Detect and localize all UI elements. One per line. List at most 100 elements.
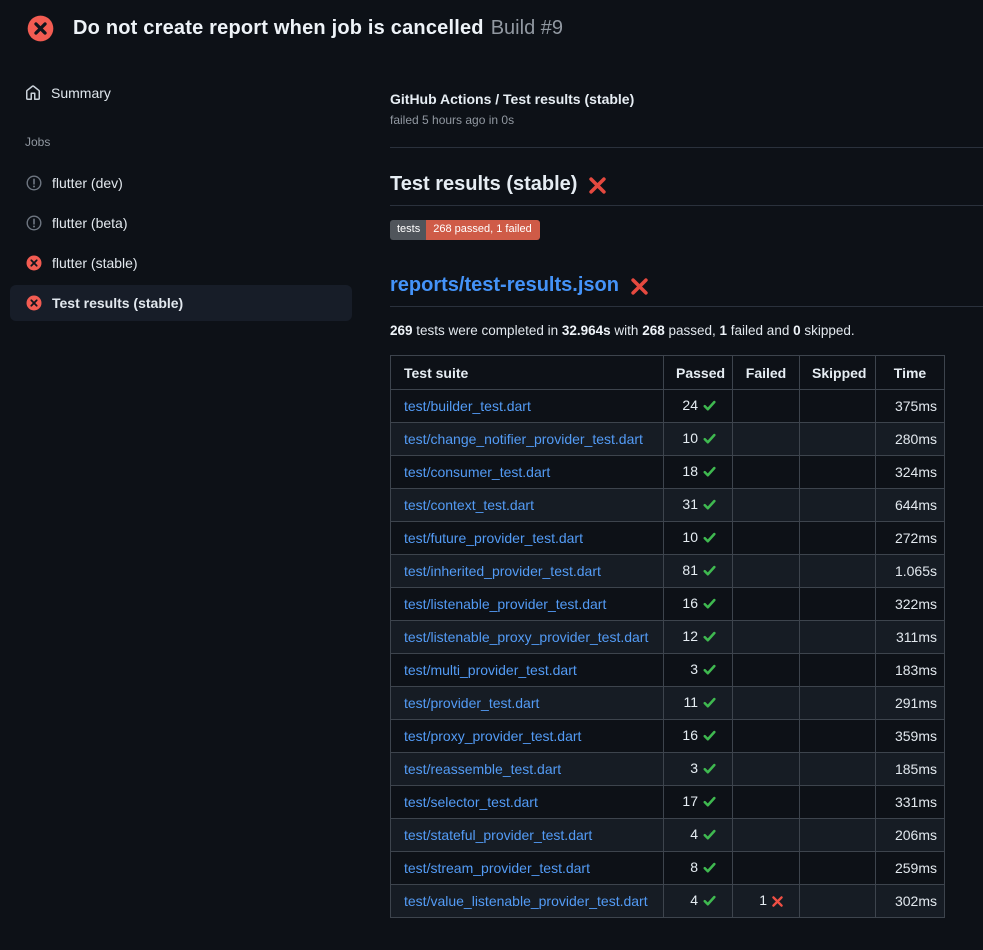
failed-cell [733, 423, 800, 456]
failed-cell [733, 489, 800, 522]
time-cell: 302ms [876, 885, 945, 918]
time-cell: 259ms [876, 852, 945, 885]
failed-cell [733, 786, 800, 819]
skipped-cell [800, 753, 876, 786]
passed-cell: 8 [664, 852, 733, 885]
time-cell: 183ms [876, 654, 945, 687]
skipped-cell [800, 588, 876, 621]
sidebar: Summary Jobs flutter (dev) flutter (beta… [0, 55, 390, 323]
time-cell: 322ms [876, 588, 945, 621]
sidebar-job-item[interactable]: flutter (beta) [10, 203, 352, 243]
table-row: test/stateful_provider_test.dart 4 206ms [391, 819, 945, 852]
test-suite-link[interactable]: test/proxy_provider_test.dart [404, 728, 581, 744]
col-failed: Failed [733, 356, 800, 390]
passed-cell: 16 [664, 588, 733, 621]
passed-cell: 11 [664, 687, 733, 720]
col-time: Time [876, 356, 945, 390]
passed-cell: 3 [664, 753, 733, 786]
test-suite-link[interactable]: test/listenable_proxy_provider_test.dart [404, 629, 648, 645]
test-suite-link[interactable]: test/inherited_provider_test.dart [404, 563, 601, 579]
time-cell: 644ms [876, 489, 945, 522]
col-passed: Passed [664, 356, 733, 390]
run-title: Do not create report when job is cancell… [73, 17, 484, 39]
failed-cell [733, 852, 800, 885]
check-icon [702, 860, 717, 878]
sidebar-job-item[interactable]: Test results (stable) [10, 285, 352, 321]
time-cell: 359ms [876, 720, 945, 753]
tests-badge-value: 268 passed, 1 failed [426, 220, 539, 240]
test-suite-link[interactable]: test/provider_test.dart [404, 695, 539, 711]
report-link[interactable]: reports/test-results.json [390, 273, 619, 297]
check-icon [702, 398, 717, 416]
failed-cell [733, 621, 800, 654]
check-icon [702, 695, 717, 713]
failed-cell [733, 819, 800, 852]
sidebar-job-item[interactable]: flutter (dev) [10, 163, 352, 203]
skipped-cell [800, 456, 876, 489]
failed-cell: 1 [733, 885, 800, 918]
check-icon [702, 563, 717, 581]
jobs-list: flutter (dev) flutter (beta) flutter (st… [10, 163, 352, 321]
breadcrumb: GitHub Actions / Test results (stable) [390, 91, 983, 107]
time-cell: 280ms [876, 423, 945, 456]
tests-badge: tests 268 passed, 1 failed [390, 220, 540, 240]
test-suite-link[interactable]: test/multi_provider_test.dart [404, 662, 577, 678]
check-icon [702, 728, 717, 746]
tests-summary-sentence: 269 tests were completed in 32.964s with… [390, 323, 983, 338]
passed-cell: 31 [664, 489, 733, 522]
table-row: test/change_notifier_provider_test.dart … [391, 423, 945, 456]
skipped-cell [800, 786, 876, 819]
test-suite-link[interactable]: test/listenable_provider_test.dart [404, 596, 606, 612]
table-row: test/reassemble_test.dart 3 185ms [391, 753, 945, 786]
run-status-text: failed 5 hours ago in 0s [390, 113, 983, 127]
alert-circle-icon [26, 175, 42, 191]
table-row: test/builder_test.dart 24 375ms [391, 390, 945, 423]
table-row: test/future_provider_test.dart 10 272ms [391, 522, 945, 555]
x-icon [771, 895, 784, 911]
time-cell: 185ms [876, 753, 945, 786]
run-header: Do not create report when job is cancell… [0, 0, 983, 55]
test-suite-link[interactable]: test/reassemble_test.dart [404, 761, 561, 777]
x-circle-fill-icon [27, 15, 54, 42]
test-suite-link[interactable]: test/stateful_provider_test.dart [404, 827, 592, 843]
time-cell: 1.065s [876, 555, 945, 588]
failed-cell [733, 654, 800, 687]
check-icon [702, 464, 717, 482]
failed-x-icon [588, 176, 607, 195]
passed-cell: 12 [664, 621, 733, 654]
time-cell: 331ms [876, 786, 945, 819]
time-cell: 375ms [876, 390, 945, 423]
main-content: GitHub Actions / Test results (stable) f… [390, 55, 983, 918]
test-suite-link[interactable]: test/change_notifier_provider_test.dart [404, 431, 643, 447]
section-heading: Test results (stable) [390, 172, 983, 206]
failed-cell [733, 687, 800, 720]
test-suite-link[interactable]: test/value_listenable_provider_test.dart [404, 893, 648, 909]
sidebar-item-summary[interactable]: Summary [10, 77, 352, 109]
skipped-cell [800, 390, 876, 423]
skipped-cell [800, 885, 876, 918]
test-suite-link[interactable]: test/selector_test.dart [404, 794, 538, 810]
check-icon [702, 761, 717, 779]
check-icon [702, 794, 717, 812]
table-row: test/consumer_test.dart 18 324ms [391, 456, 945, 489]
passed-cell: 3 [664, 654, 733, 687]
test-suite-link[interactable]: test/context_test.dart [404, 497, 534, 513]
time-cell: 324ms [876, 456, 945, 489]
test-suite-link[interactable]: test/future_provider_test.dart [404, 530, 583, 546]
passed-cell: 24 [664, 390, 733, 423]
table-row: test/proxy_provider_test.dart 16 359ms [391, 720, 945, 753]
failed-cell [733, 390, 800, 423]
table-row: test/listenable_proxy_provider_test.dart… [391, 621, 945, 654]
skipped-cell [800, 423, 876, 456]
passed-cell: 16 [664, 720, 733, 753]
sidebar-job-item[interactable]: flutter (stable) [10, 243, 352, 283]
passed-cell: 10 [664, 522, 733, 555]
test-suite-link[interactable]: test/stream_provider_test.dart [404, 860, 590, 876]
failed-cell [733, 555, 800, 588]
home-icon [25, 85, 41, 101]
failed-cell [733, 720, 800, 753]
test-suite-link[interactable]: test/consumer_test.dart [404, 464, 550, 480]
table-row: test/value_listenable_provider_test.dart… [391, 885, 945, 918]
sidebar-summary-label: Summary [51, 85, 111, 101]
test-suite-link[interactable]: test/builder_test.dart [404, 398, 531, 414]
